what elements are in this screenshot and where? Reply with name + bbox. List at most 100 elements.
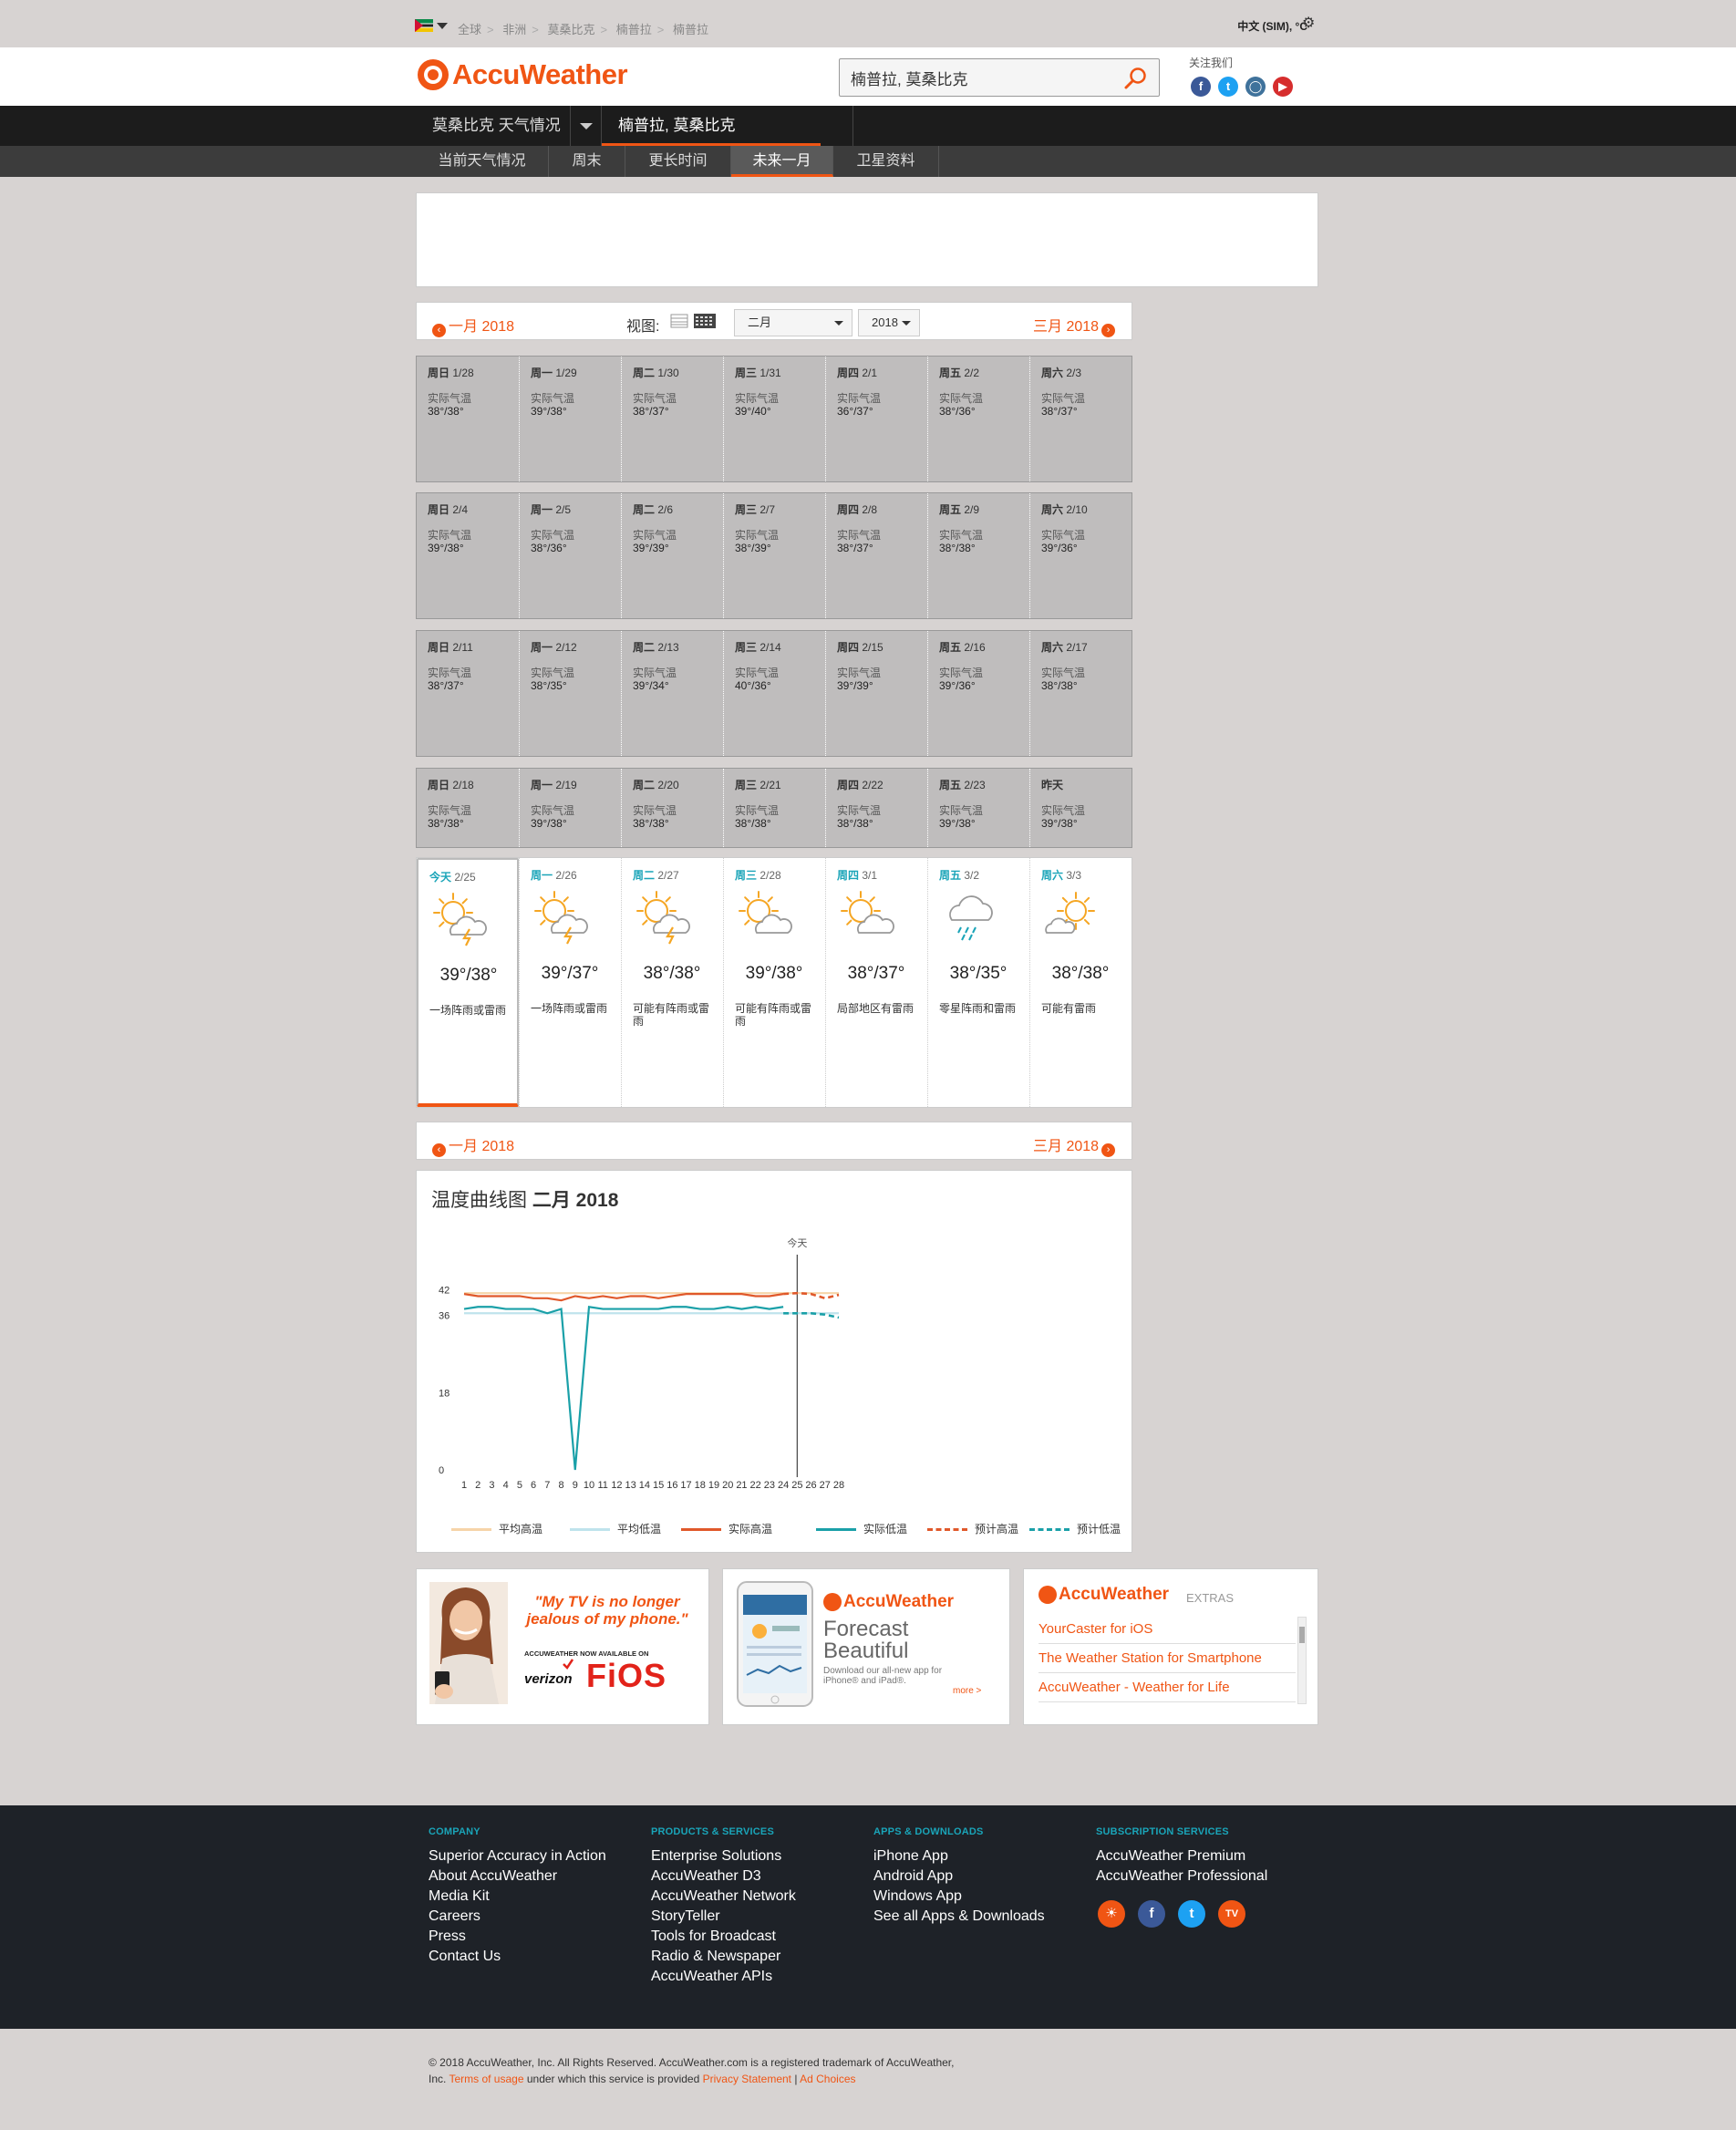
calendar-day[interactable]: 周二 2/13 实际气温 39°/34° (621, 631, 723, 756)
twitter-icon[interactable]: t (1218, 77, 1238, 97)
footer-link[interactable]: About AccuWeather (429, 1866, 606, 1887)
footer-link[interactable]: See all Apps & Downloads (873, 1907, 1045, 1927)
forecast-day[interactable]: 周一 2/26 39°/37° 一场阵雨或雷雨 (519, 858, 621, 1107)
footer-link[interactable]: Radio & Newspaper (651, 1947, 796, 1967)
scrollbar-thumb[interactable] (1299, 1627, 1305, 1643)
forecast-day[interactable]: 今天 2/25 39°/38° 一场阵雨或雷雨 (417, 858, 519, 1107)
extras-link[interactable]: The Weather Station for Smartphone (1038, 1644, 1296, 1673)
mozambique-flag-icon[interactable] (415, 19, 433, 32)
breadcrumb-item[interactable]: 楠普拉 (673, 23, 708, 36)
instagram-icon[interactable]: ◯ (1245, 77, 1266, 97)
calendar-day[interactable]: 周日 2/18 实际气温 38°/38° (417, 769, 519, 847)
calendar-day[interactable]: 周日 2/4 实际气温 39°/38° (417, 493, 519, 618)
footer-link[interactable]: Media Kit (429, 1887, 606, 1907)
footer-link[interactable]: Enterprise Solutions (651, 1846, 796, 1866)
breadcrumb-item[interactable]: 非洲 (502, 23, 526, 36)
tab-weekend[interactable]: 周末 (549, 146, 625, 177)
search-input[interactable] (851, 67, 1115, 88)
ad-choices-link[interactable]: Ad Choices (800, 2073, 855, 2085)
tab-satellite[interactable]: 卫星资料 (833, 146, 939, 177)
footer-link[interactable]: AccuWeather Network (651, 1887, 796, 1907)
footer-link[interactable]: AccuWeather D3 (651, 1866, 796, 1887)
calendar-day[interactable]: 周日 1/28 实际气温 38°/38° (417, 357, 519, 481)
extras-link[interactable]: AccuWeather - Weather for Life (1038, 1673, 1296, 1702)
youtube-icon[interactable]: ▶ (1273, 77, 1293, 97)
calendar-day[interactable]: 周四 2/1 实际气温 36°/37° (825, 357, 927, 481)
search-icon[interactable] (1122, 65, 1150, 92)
calendar-day[interactable]: 周六 2/17 实际气温 38°/38° (1029, 631, 1132, 756)
calendar-day[interactable]: 周五 2/2 实际气温 38°/36° (927, 357, 1029, 481)
footer-link[interactable]: Windows App (873, 1887, 1045, 1907)
calendar-day[interactable]: 周五 2/9 实际气温 38°/38° (927, 493, 1029, 618)
calendar-day[interactable]: 周日 2/11 实际气温 38°/37° (417, 631, 519, 756)
calendar-day[interactable]: 昨天 实际气温 39°/38° (1029, 769, 1132, 847)
extras-link[interactable]: YourCaster for iOS (1038, 1615, 1296, 1644)
calendar-day[interactable]: 周三 2/21 实际气温 38°/38° (723, 769, 825, 847)
breadcrumb-item[interactable]: 全球 (458, 23, 481, 36)
calendar-day[interactable]: 周五 2/16 实际气温 39°/36° (927, 631, 1029, 756)
footer-link[interactable]: Superior Accuracy in Action (429, 1846, 606, 1866)
calendar-day[interactable]: 周四 2/15 实际气温 39°/39° (825, 631, 927, 756)
prev-month-link[interactable]: ‹ 一月 2018 (429, 1133, 514, 1157)
footer-link[interactable]: AccuWeather Premium (1096, 1846, 1267, 1866)
gear-icon[interactable]: ⚙ (1302, 16, 1315, 31)
footer-link[interactable]: Android App (873, 1866, 1045, 1887)
tab-extended[interactable]: 更长时间 (625, 146, 731, 177)
terms-link[interactable]: Terms of usage (449, 2073, 523, 2085)
footer-link[interactable]: Careers (429, 1907, 606, 1927)
brand-logo[interactable]: AccuWeather (452, 58, 628, 91)
list-view-icon[interactable] (670, 314, 688, 328)
breadcrumb-item[interactable]: 莫桑比克 (547, 23, 594, 36)
calendar-view-icon[interactable] (694, 314, 716, 328)
year-select[interactable]: 2018 (858, 309, 920, 336)
calendar-day[interactable]: 周六 2/3 实际气温 38°/37° (1029, 357, 1132, 481)
facebook-icon[interactable]: f (1191, 77, 1211, 97)
accuweather-tv-icon[interactable]: TV (1218, 1900, 1245, 1928)
calendar-day[interactable]: 周一 2/12 实际气温 38°/35° (519, 631, 621, 756)
current-city-tab[interactable]: 楠普拉, 莫桑比克 (602, 106, 821, 146)
language-units-setting[interactable]: 中文 (SIM), °C (1237, 18, 1307, 34)
accuweather-logo-icon[interactable] (418, 59, 449, 90)
footer-link[interactable]: Tools for Broadcast (651, 1927, 796, 1947)
calendar-day[interactable]: 周一 1/29 实际气温 39°/38° (519, 357, 621, 481)
footer-link[interactable]: AccuWeather APIs (651, 1967, 796, 1987)
calendar-day[interactable]: 周一 2/5 实际气温 38°/36° (519, 493, 621, 618)
fios-promo[interactable]: "My TV is no longer jealous of my phone.… (416, 1568, 709, 1725)
next-month-link[interactable]: 三月 2018 › (1033, 314, 1118, 337)
tab-current-weather[interactable]: 当前天气情况 (416, 146, 549, 177)
calendar-day[interactable]: 周四 2/22 实际气温 38°/38° (825, 769, 927, 847)
prev-month-link[interactable]: ‹ 一月 2018 (429, 314, 514, 337)
calendar-day[interactable]: 周二 1/30 实际气温 38°/37° (621, 357, 723, 481)
chevron-down-icon[interactable] (437, 23, 448, 29)
calendar-day[interactable]: 周二 2/6 实际气温 39°/39° (621, 493, 723, 618)
privacy-link[interactable]: Privacy Statement (703, 2073, 791, 2085)
calendar-day[interactable]: 周三 2/14 实际气温 40°/36° (723, 631, 825, 756)
twitter-icon[interactable]: t (1178, 1900, 1205, 1928)
forecast-day[interactable]: 周三 2/28 39°/38° 可能有阵雨或雷雨 (723, 858, 825, 1107)
calendar-day[interactable]: 周三 2/7 实际气温 38°/39° (723, 493, 825, 618)
app-promo[interactable]: AccuWeather Forecast Beautiful Download … (722, 1568, 1010, 1725)
forecast-day[interactable]: 周二 2/27 38°/38° 可能有阵雨或雷雨 (621, 858, 723, 1107)
footer-link[interactable]: Contact Us (429, 1947, 606, 1967)
calendar-day[interactable]: 周五 2/23 实际气温 39°/38° (927, 769, 1029, 847)
extras-scrollbar[interactable] (1297, 1617, 1307, 1704)
forecast-day[interactable]: 周四 3/1 38°/37° 局部地区有雷雨 (825, 858, 927, 1107)
app-promo-more-link[interactable]: more > (953, 1686, 981, 1696)
accuweather-social-icon[interactable]: ☀ (1098, 1900, 1125, 1928)
tab-month[interactable]: 未来一月 (731, 146, 833, 177)
next-month-link[interactable]: 三月 2018 › (1033, 1133, 1118, 1157)
footer-link[interactable]: StoryTeller (651, 1907, 796, 1927)
calendar-day[interactable]: 周二 2/20 实际气温 38°/38° (621, 769, 723, 847)
calendar-day[interactable]: 周四 2/8 实际气温 38°/37° (825, 493, 927, 618)
breadcrumb-item[interactable]: 楠普拉 (616, 23, 652, 36)
footer-link[interactable]: iPhone App (873, 1846, 1045, 1866)
forecast-day[interactable]: 周六 3/3 38°/38° 可能有雷雨 (1029, 858, 1132, 1107)
country-weather-link[interactable]: 莫桑比克 天气情况 (416, 106, 571, 146)
calendar-day[interactable]: 周三 1/31 实际气温 39°/40° (723, 357, 825, 481)
facebook-icon[interactable]: f (1138, 1900, 1165, 1928)
footer-link[interactable]: Press (429, 1927, 606, 1947)
month-select[interactable]: 二月 (734, 309, 852, 336)
calendar-day[interactable]: 周一 2/19 实际气温 39°/38° (519, 769, 621, 847)
forecast-day[interactable]: 周五 3/2 38°/35° 零星阵雨和雷雨 (927, 858, 1029, 1107)
footer-link[interactable]: AccuWeather Professional (1096, 1866, 1267, 1887)
